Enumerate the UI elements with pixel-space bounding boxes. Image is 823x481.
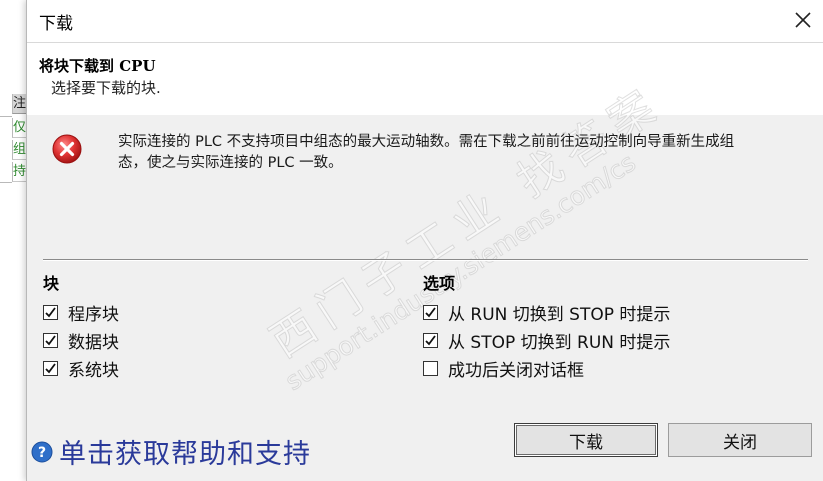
- blocks-heading: 块: [43, 274, 60, 293]
- checkbox[interactable]: [43, 360, 58, 376]
- checkbox-label: 从 RUN 切换到 STOP 时提示: [448, 304, 671, 325]
- dialog-header: 将块下载到 CPU 选择要下载的块.: [27, 42, 823, 115]
- error-message-line-2: 态，使之与实际连接的 PLC 一致。: [118, 155, 343, 171]
- error-icon: [51, 133, 83, 165]
- close-button[interactable]: 关闭: [668, 423, 812, 457]
- close-icon[interactable]: [792, 9, 814, 31]
- checkbox[interactable]: [43, 332, 58, 348]
- checkbox-label: 成功后关闭对话框: [448, 360, 584, 381]
- checkbox[interactable]: [43, 304, 58, 320]
- checkbox-close-on-success[interactable]: 成功后关闭对话框: [423, 357, 584, 381]
- checkbox-program-block[interactable]: 程序块: [43, 301, 119, 325]
- checkbox[interactable]: [423, 332, 438, 348]
- dialog-title: 下载: [39, 14, 73, 34]
- error-message-line-1: 实际连接的 PLC 不支持项目中组态的最大运动轴数。需在下载之前前往运动控制向导…: [118, 134, 735, 150]
- section-divider: [43, 259, 808, 261]
- bg-grid-line: [0, 116, 12, 117]
- checkbox-prompt-run-to-stop[interactable]: 从 RUN 切换到 STOP 时提示: [423, 301, 671, 325]
- download-button[interactable]: 下载: [514, 423, 658, 457]
- svg-text:?: ?: [38, 445, 46, 461]
- bg-grid-line: [0, 182, 12, 183]
- checkbox-system-block[interactable]: 系统块: [43, 357, 119, 381]
- error-message: 实际连接的 PLC 不支持项目中组态的最大运动轴数。需在下载之前前往运动控制向导…: [118, 132, 808, 174]
- download-button-label: 下载: [569, 432, 603, 453]
- dialog-titlebar[interactable]: 下载: [27, 0, 823, 42]
- header-title: 将块下载到 CPU: [39, 57, 156, 75]
- help-link-text[interactable]: 单击获取帮助和支持: [59, 432, 311, 471]
- checkbox-label: 程序块: [68, 304, 119, 325]
- checkbox[interactable]: [423, 304, 438, 320]
- checkbox-label: 系统块: [68, 360, 119, 381]
- checkbox-prompt-stop-to-run[interactable]: 从 STOP 切换到 RUN 时提示: [423, 329, 671, 353]
- checkbox-label: 从 STOP 切换到 RUN 时提示: [448, 332, 671, 353]
- checkbox[interactable]: [423, 360, 438, 376]
- help-link[interactable]: ? 单击获取帮助和支持: [31, 432, 311, 471]
- options-heading: 选项: [423, 274, 456, 293]
- close-button-label: 关闭: [723, 432, 757, 453]
- help-icon[interactable]: ?: [31, 441, 53, 463]
- checkbox-label: 数据块: [68, 332, 119, 353]
- header-subtitle: 选择要下载的块.: [51, 79, 161, 97]
- checkbox-data-block[interactable]: 数据块: [43, 329, 119, 353]
- download-dialog: 下载 将块下载到 CPU 选择要下载的块. 西门子工业 找答案 support.…: [26, 0, 823, 481]
